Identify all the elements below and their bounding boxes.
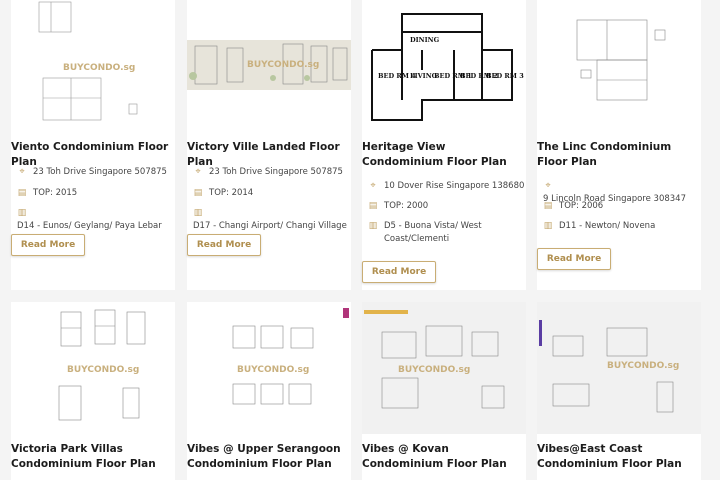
watermark-text: BUYCONDO.sg xyxy=(67,365,139,375)
floor-plan-thumbnail[interactable]: BUYCONDO.sg xyxy=(187,302,351,434)
floor-plan-image: DINING LIVING BED RM 4 BED RM 1 BED RM 2… xyxy=(362,0,526,130)
watermark-text: BUYCONDO.sg xyxy=(607,361,679,371)
listing-grid: BUYCONDO.sg Viento Condominium Floor Pla… xyxy=(0,0,720,480)
listing-district: ▥ D5 - Buona Vista/ West Coast/Clementi xyxy=(368,221,482,244)
calendar-icon: ▤ xyxy=(368,201,378,211)
read-more-button[interactable]: Read More xyxy=(187,234,261,256)
map-pin-icon: ⌖ xyxy=(370,181,376,191)
floor-plan-image: BUYCONDO.sg xyxy=(11,0,174,130)
floor-plan-thumbnail[interactable]: BUYCONDO.sg xyxy=(362,302,526,434)
floor-plan-thumbnail[interactable] xyxy=(537,0,701,130)
listing-title[interactable]: The Linc Condominium Floor Plan xyxy=(537,140,697,170)
read-more-button[interactable]: Read More xyxy=(362,261,436,283)
calendar-icon: ▤ xyxy=(543,201,553,211)
listing-address: ⌖ 23 Toh Drive Singapore 507875 xyxy=(193,166,343,179)
watermark-text: BUYCONDO.sg xyxy=(247,60,319,70)
map-pin-icon: ⌖ xyxy=(545,181,551,191)
floor-plan-image: BUYCONDO.sg xyxy=(362,302,526,434)
floor-plan-image: BUYCONDO.sg xyxy=(187,302,351,434)
listing-address: ⌖ 23 Toh Drive Singapore 507875 xyxy=(17,166,167,179)
building-icon: ▥ xyxy=(193,208,203,218)
floor-plan-image: BUYCONDO.sg xyxy=(537,302,701,434)
calendar-icon: ▤ xyxy=(17,188,27,198)
room-label: BED RM 4 xyxy=(378,72,416,80)
building-icon: ▥ xyxy=(368,221,378,231)
room-label: BED RM 3 xyxy=(486,72,524,80)
read-more-button[interactable]: Read More xyxy=(537,248,611,270)
floor-plan-image xyxy=(537,0,701,130)
listing-district: ▥D17 - Changi Airport/ Changi Village xyxy=(193,208,347,231)
listing-card[interactable]: BUYCONDO.sg Victoria Park Villas Condomi… xyxy=(11,302,175,480)
room-label: DINING xyxy=(410,36,440,44)
listing-card[interactable]: BUYCONDO.sg Viento Condominium Floor Pla… xyxy=(11,0,175,290)
listing-top: ▤ TOP: 2015 xyxy=(17,188,78,198)
map-pin-icon: ⌖ xyxy=(195,167,201,177)
listing-top: ▤ TOP: 2000 xyxy=(368,201,429,211)
listing-top: ▤ TOP: 2014 xyxy=(193,188,254,198)
floor-plan-thumbnail[interactable]: BUYCONDO.sg xyxy=(11,0,174,130)
listing-card[interactable]: BUYCONDO.sg Vibes @ Upper Serangoon Cond… xyxy=(187,302,351,480)
listing-district: ▥D14 - Eunos/ Geylang/ Paya Lebar xyxy=(17,208,162,231)
listing-card[interactable]: BUYCONDO.sg Victory Ville Landed Floor P… xyxy=(187,0,351,290)
listing-top: ▤ TOP: 2006 xyxy=(543,201,604,211)
listing-district: ▥ D11 - Newton/ Novena xyxy=(543,221,656,231)
listing-card[interactable]: The Linc Condominium Floor Plan ⌖9 Linco… xyxy=(537,0,701,290)
building-icon: ▥ xyxy=(543,221,553,231)
listing-title[interactable]: Vibes@East Coast Condominium Floor Plan xyxy=(537,442,705,472)
floor-plan-thumbnail[interactable]: DINING LIVING BED RM 4 BED RM 1 BED RM 2… xyxy=(362,0,526,130)
floor-plan-thumbnail[interactable]: BUYCONDO.sg xyxy=(187,0,351,130)
map-pin-icon: ⌖ xyxy=(19,167,25,177)
watermark-text: BUYCONDO.sg xyxy=(63,63,135,73)
watermark-text: BUYCONDO.sg xyxy=(398,365,470,375)
read-more-button[interactable]: Read More xyxy=(11,234,85,256)
calendar-icon: ▤ xyxy=(193,188,203,198)
listing-title[interactable]: Victoria Park Villas Condominium Floor P… xyxy=(11,442,171,472)
listing-title[interactable]: Vibes @ Kovan Condominium Floor Plan xyxy=(362,442,522,472)
floor-plan-thumbnail[interactable]: BUYCONDO.sg xyxy=(11,302,174,434)
floor-plan-image: BUYCONDO.sg xyxy=(187,0,351,130)
building-icon: ▥ xyxy=(17,208,27,218)
listing-card[interactable]: DINING LIVING BED RM 4 BED RM 1 BED RM 2… xyxy=(362,0,526,290)
floor-plan-thumbnail[interactable]: BUYCONDO.sg xyxy=(537,302,701,434)
floor-plan-image: BUYCONDO.sg xyxy=(11,302,174,434)
listing-card[interactable]: BUYCONDO.sg Vibes @ Kovan Condominium Fl… xyxy=(362,302,526,480)
listing-title[interactable]: Vibes @ Upper Serangoon Condominium Floo… xyxy=(187,442,347,472)
listing-card[interactable]: BUYCONDO.sg Vibes@East Coast Condominium… xyxy=(537,302,701,480)
listing-address: ⌖ 10 Dover Rise Singapore 138680 xyxy=(368,180,524,193)
watermark-text: BUYCONDO.sg xyxy=(237,365,309,375)
listing-title[interactable]: Heritage View Condominium Floor Plan xyxy=(362,140,522,170)
